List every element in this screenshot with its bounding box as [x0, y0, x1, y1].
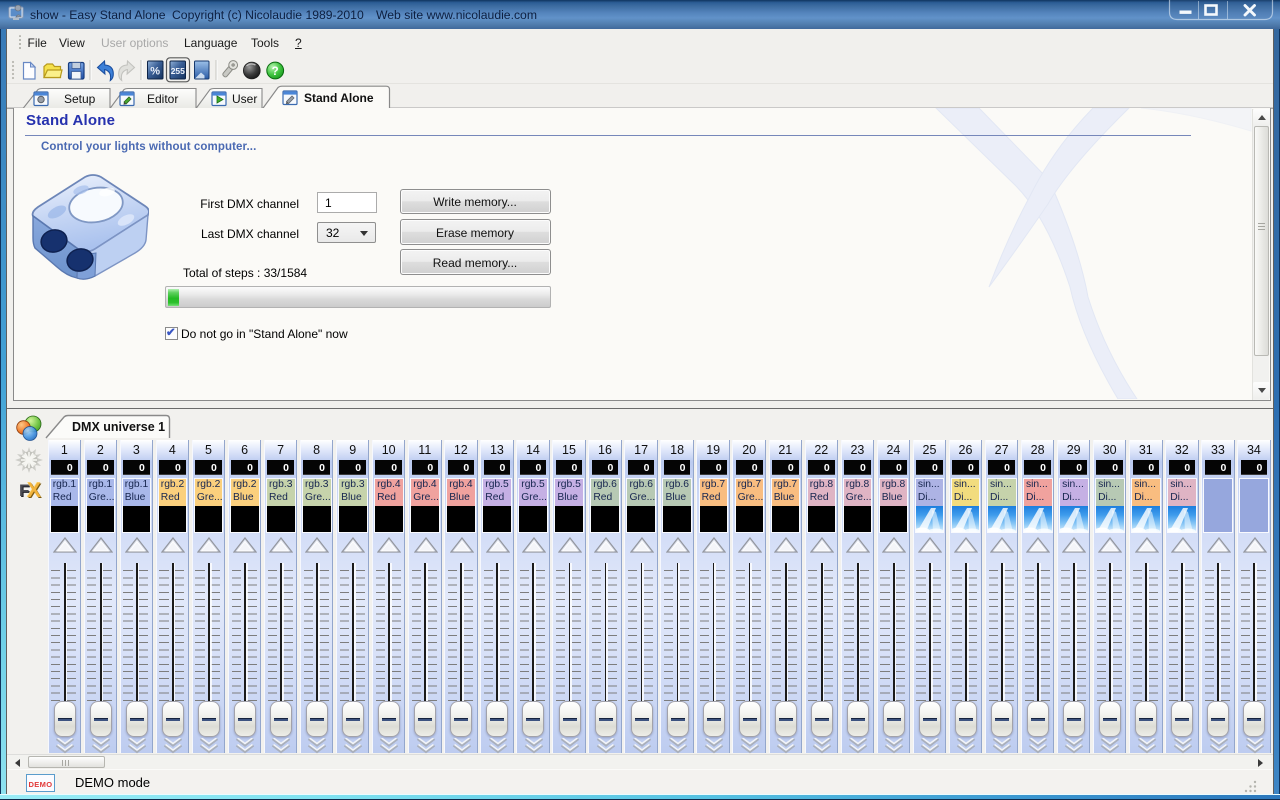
svg-text:%: % — [150, 66, 160, 78]
svg-text:255: 255 — [171, 66, 185, 76]
svg-text:?: ? — [272, 66, 279, 78]
